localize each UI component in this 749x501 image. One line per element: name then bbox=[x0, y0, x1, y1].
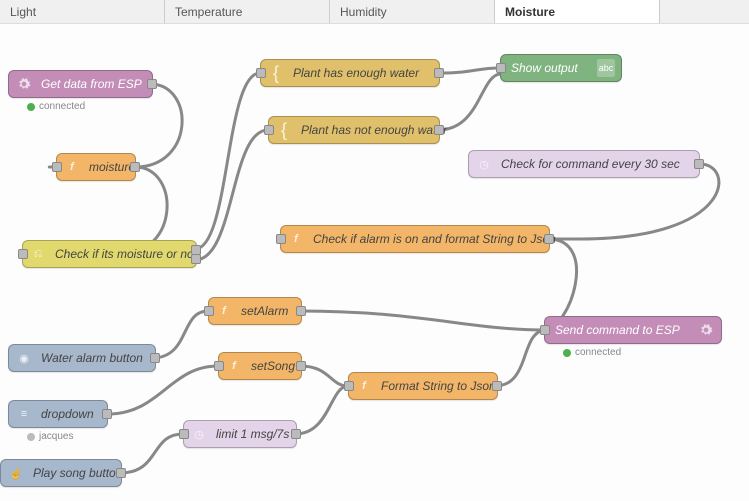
node-label: setAlarm bbox=[241, 304, 288, 318]
node-status: connected bbox=[27, 101, 85, 112]
port-in[interactable] bbox=[264, 125, 274, 135]
port-out[interactable] bbox=[116, 468, 126, 478]
port-out[interactable] bbox=[296, 361, 306, 371]
port-in[interactable] bbox=[276, 234, 286, 244]
port-in[interactable] bbox=[52, 162, 62, 172]
status-text: connected bbox=[575, 347, 621, 358]
status-dot-icon bbox=[27, 103, 35, 111]
node-label: setSong bbox=[251, 359, 295, 373]
port-out[interactable] bbox=[130, 162, 140, 172]
tab-label: Temperature bbox=[175, 5, 242, 19]
port-out[interactable] bbox=[694, 159, 704, 169]
node-fn-moisture[interactable]: f moisture bbox=[56, 153, 136, 181]
function-icon: f bbox=[63, 158, 81, 176]
flow-canvas[interactable]: Get data from ESP connected f moisture ⎌… bbox=[0, 24, 749, 501]
slider-icon: ◉ bbox=[15, 349, 33, 367]
node-inject-check-command[interactable]: ◷ Check for command every 30 sec bbox=[468, 150, 700, 178]
node-label: dropdown bbox=[41, 407, 94, 421]
tab-label: Light bbox=[10, 5, 36, 19]
node-template-not-enough[interactable]: { Plant has not enough water bbox=[268, 116, 440, 144]
node-fn-setalarm[interactable]: f setAlarm bbox=[208, 297, 302, 325]
node-fn-setsong[interactable]: f setSong bbox=[218, 352, 302, 380]
port-in[interactable] bbox=[540, 325, 550, 335]
node-label: Format String to Json bbox=[381, 379, 496, 393]
node-fn-alarm-json[interactable]: f Check if alarm is on and format String… bbox=[280, 225, 550, 253]
port-in[interactable] bbox=[496, 63, 506, 73]
port-in[interactable] bbox=[204, 306, 214, 316]
switch-icon: ⎌ bbox=[29, 245, 47, 263]
tab-label: Humidity bbox=[340, 5, 387, 19]
function-icon: f bbox=[355, 377, 373, 395]
port-in[interactable] bbox=[344, 381, 354, 391]
node-label: Water alarm button bbox=[41, 351, 143, 365]
timer-icon: ◷ bbox=[190, 425, 208, 443]
status-text: connected bbox=[39, 101, 85, 112]
node-label: Check for command every 30 sec bbox=[501, 157, 680, 171]
node-label: Play song button bbox=[33, 466, 122, 480]
node-label: moisture bbox=[89, 160, 135, 174]
port-out[interactable] bbox=[492, 381, 502, 391]
debug-badge: abc bbox=[597, 59, 615, 77]
tabs-bar: Light Temperature Humidity Moisture bbox=[0, 0, 749, 24]
port-in[interactable] bbox=[18, 249, 28, 259]
list-icon: ≡ bbox=[15, 405, 33, 423]
node-mqtt-send-command[interactable]: Send command to ESP connected bbox=[544, 316, 722, 344]
status-text: jacques bbox=[39, 431, 73, 442]
port-in[interactable] bbox=[179, 429, 189, 439]
tab-humidity[interactable]: Humidity bbox=[330, 0, 495, 23]
node-ui-water-alarm[interactable]: ◉ Water alarm button bbox=[8, 344, 156, 372]
function-icon: f bbox=[225, 357, 243, 375]
tab-light[interactable]: Light bbox=[0, 0, 165, 23]
template-icon: { bbox=[275, 121, 293, 139]
port-in[interactable] bbox=[214, 361, 224, 371]
template-icon: { bbox=[267, 64, 285, 82]
port-out[interactable] bbox=[291, 429, 301, 439]
tab-label: Moisture bbox=[505, 5, 555, 19]
port-out[interactable] bbox=[434, 68, 444, 78]
port-out[interactable] bbox=[544, 234, 554, 244]
node-template-enough[interactable]: { Plant has enough water bbox=[260, 59, 440, 87]
node-label: Plant has enough water bbox=[293, 66, 419, 80]
node-ui-play-song[interactable]: ☝ Play song button bbox=[0, 459, 122, 487]
node-switch-moisture[interactable]: ⎌ Check if its moisture or not bbox=[22, 240, 197, 268]
status-dot-icon bbox=[27, 433, 35, 441]
node-fn-format-json[interactable]: f Format String to Json bbox=[348, 372, 498, 400]
node-ui-dropdown[interactable]: ≡ dropdown jacques bbox=[8, 400, 108, 428]
node-status: connected bbox=[563, 347, 621, 358]
port-out[interactable] bbox=[147, 79, 157, 89]
tab-temperature[interactable]: Temperature bbox=[165, 0, 330, 23]
node-label: Check if its moisture or not bbox=[55, 247, 197, 261]
timer-icon: ◷ bbox=[475, 155, 493, 173]
gear-icon bbox=[697, 321, 715, 339]
node-label: Plant has not enough water bbox=[301, 123, 447, 137]
tab-empty bbox=[660, 0, 749, 23]
node-label: limit 1 msg/7s bbox=[216, 427, 289, 441]
port-out[interactable] bbox=[150, 353, 160, 363]
port-in[interactable] bbox=[256, 68, 266, 78]
function-icon: f bbox=[287, 230, 305, 248]
function-icon: f bbox=[215, 302, 233, 320]
node-mqtt-get-data[interactable]: Get data from ESP connected bbox=[8, 70, 153, 98]
node-debug-show-output[interactable]: Show output abc bbox=[500, 54, 622, 82]
node-label: Check if alarm is on and format String t… bbox=[313, 232, 556, 246]
node-status: jacques bbox=[27, 431, 73, 442]
node-label: Send command to ESP bbox=[555, 323, 680, 337]
hand-icon: ☝ bbox=[7, 464, 25, 482]
node-label: Show output bbox=[511, 61, 578, 75]
node-label: Get data from ESP bbox=[41, 77, 142, 91]
port-out[interactable] bbox=[296, 306, 306, 316]
port-out[interactable] bbox=[434, 125, 444, 135]
tab-moisture[interactable]: Moisture bbox=[495, 0, 660, 23]
node-delay-limit[interactable]: ◷ limit 1 msg/7s bbox=[183, 420, 297, 448]
port-out-2[interactable] bbox=[191, 254, 201, 264]
gear-icon bbox=[15, 75, 33, 93]
status-dot-icon bbox=[563, 349, 571, 357]
port-out[interactable] bbox=[102, 409, 112, 419]
